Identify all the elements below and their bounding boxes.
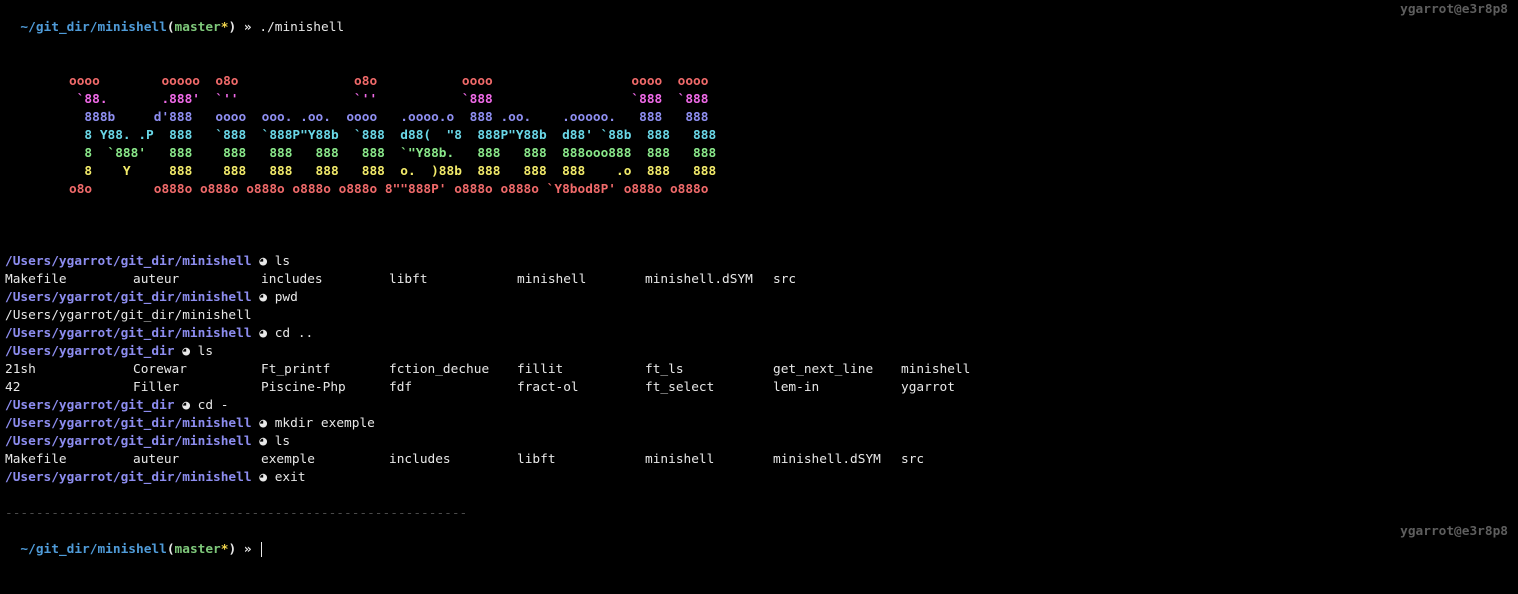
output-line: Makefile auteur exemple includes libft minish… <box>5 451 1105 469</box>
moon-icon: ◕ <box>259 326 267 341</box>
shell-prompt-line: /Users/ygarrot/git_dir/minishell ◕ mkdir… <box>5 415 1105 433</box>
shell-prompt-line: /Users/ygarrot/git_dir/minishell ◕ ls <box>5 433 1105 451</box>
banner-line: o8o o888o o888o o888o o888o o888o 8""888… <box>69 182 709 197</box>
shell-path: /Users/ygarrot/git_dir/minishell <box>5 290 252 305</box>
output-cell: fdf <box>389 380 413 395</box>
git-branch: master <box>174 542 221 557</box>
output-line: Makefile auteur includes libft minishell mini… <box>5 271 1105 289</box>
shell-path: /Users/ygarrot/git_dir/minishell <box>5 326 252 341</box>
output-line: /Users/ygarrot/git_dir/minishell <box>5 307 1105 325</box>
banner-line: oooo ooooo o8o o8o oooo oooo oooo <box>69 74 709 89</box>
shell-path: /Users/ygarrot/git_dir <box>5 398 175 413</box>
git-branch: master <box>174 20 221 35</box>
output-cell: Ft_printf <box>261 362 331 377</box>
moon-icon: ◕ <box>259 434 267 449</box>
banner-line: 8 Y88. .P 888 `888 `888P"Y88b `888 d88( … <box>69 128 717 143</box>
paren-close: ) <box>228 20 237 35</box>
output-cell: includes <box>389 452 451 467</box>
moon-icon: ◕ <box>259 254 267 269</box>
output-cell: Makefile <box>5 452 67 467</box>
shell-prompt-line: /Users/ygarrot/git_dir/minishell ◕ cd .. <box>5 325 1105 343</box>
shell-command: cd - <box>197 398 229 413</box>
shell-prompt-line: /Users/ygarrot/git_dir ◕ ls <box>5 343 1105 361</box>
output-cell: includes <box>261 272 323 287</box>
output-cell: auteur <box>133 272 180 287</box>
text-cursor <box>261 542 263 557</box>
paren-close: ) <box>228 542 237 557</box>
current-prompt[interactable]: ~/git_dir/minishell(master*) » <box>5 523 263 557</box>
output-cell: minishell <box>901 362 971 377</box>
footer-host: ygarrot@e3r8p8 <box>1400 524 1508 539</box>
shell-prompt-line: /Users/ygarrot/git_dir/minishell ◕ exit <box>5 469 1105 487</box>
output-cell: minishell <box>645 452 715 467</box>
paren-open: ( <box>166 20 175 35</box>
shell-prompt-line: /Users/ygarrot/git_dir/minishell ◕ pwd <box>5 289 1105 307</box>
shell-path: /Users/ygarrot/git_dir/minishell <box>5 434 252 449</box>
output-cell: Piscine-Php <box>261 380 346 395</box>
moon-icon: ◕ <box>259 470 267 485</box>
shell-prompt-line: /Users/ygarrot/git_dir ◕ cd - <box>5 397 1105 415</box>
prompt-arrow-icon: » <box>243 20 252 35</box>
output-cell: ft_ls <box>645 362 684 377</box>
output-cell: lem-in <box>773 380 820 395</box>
shell-command: ls <box>274 434 291 449</box>
separator-line: ----------------------------------------… <box>5 506 468 521</box>
shell-command: mkdir exemple <box>274 416 375 431</box>
shell-path: /Users/ygarrot/git_dir/minishell <box>5 416 252 431</box>
output-cell: auteur <box>133 452 180 467</box>
moon-icon: ◕ <box>182 398 190 413</box>
output-cell: src <box>773 272 797 287</box>
output-cell: fction_dechue <box>389 362 490 377</box>
output-cell: fract-ol <box>517 380 579 395</box>
shell-command: pwd <box>274 290 298 305</box>
output-cell: minishell.dSYM <box>645 272 753 287</box>
moon-icon: ◕ <box>182 344 190 359</box>
shell-path: /Users/ygarrot/git_dir/minishell <box>5 470 252 485</box>
output-cell: /Users/ygarrot/git_dir/minishell <box>5 308 252 323</box>
output-cell: Filler <box>133 380 180 395</box>
output-cell: src <box>901 452 925 467</box>
shell-command: ls <box>274 254 291 269</box>
shell-prompt-line: /Users/ygarrot/git_dir/minishell ◕ ls <box>5 253 1105 271</box>
output-line: 21sh Corewar Ft_printf fction_dechue fillit f… <box>5 361 1105 379</box>
output-cell: minishell <box>517 272 587 287</box>
output-line: 42 Filler Piscine-Php fdf fract-ol ft_select l… <box>5 379 1105 397</box>
moon-icon: ◕ <box>259 416 267 431</box>
shell-command: exit <box>274 470 306 485</box>
shell-path: /Users/ygarrot/git_dir <box>5 344 175 359</box>
output-cell: get_next_line <box>773 362 874 377</box>
output-cell: 42 <box>5 380 21 395</box>
paren-open: ( <box>166 542 175 557</box>
output-cell: exemple <box>261 452 315 467</box>
shell-command: ls <box>197 344 214 359</box>
prompt-path: ~/git_dir/minishell <box>20 542 167 557</box>
header-prompt: ~/git_dir/minishell(master*) » ./minishe… <box>5 1 344 35</box>
output-cell: fillit <box>517 362 564 377</box>
prompt-arrow-icon: » <box>243 542 252 557</box>
output-cell: libft <box>517 452 556 467</box>
header-host: ygarrot@e3r8p8 <box>1400 2 1508 17</box>
output-cell: libft <box>389 272 428 287</box>
banner-line: 888b d'888 oooo ooo. .oo. oooo .oooo.o 8… <box>69 110 709 125</box>
output-cell: Makefile <box>5 272 67 287</box>
shell-command: cd .. <box>274 326 314 341</box>
prompt-path: ~/git_dir/minishell <box>20 20 167 35</box>
banner-line: `88. .888' `'' `'' `888 `888 `888 <box>69 92 709 107</box>
output-cell: 21sh <box>5 362 36 377</box>
shell-path: /Users/ygarrot/git_dir/minishell <box>5 254 252 269</box>
banner-line: 8 Y 888 888 888 888 888 o. )88b 888 888 … <box>69 164 717 179</box>
output-cell: Corewar <box>133 362 187 377</box>
header-command: ./minishell <box>259 20 345 35</box>
moon-icon: ◕ <box>259 290 267 305</box>
output-cell: ygarrot <box>901 380 955 395</box>
output-cell: ft_select <box>645 380 715 395</box>
output-cell: minishell.dSYM <box>773 452 881 467</box>
banner-line: 8 `888' 888 888 888 888 888 `"Y88b. 888 … <box>69 146 717 161</box>
